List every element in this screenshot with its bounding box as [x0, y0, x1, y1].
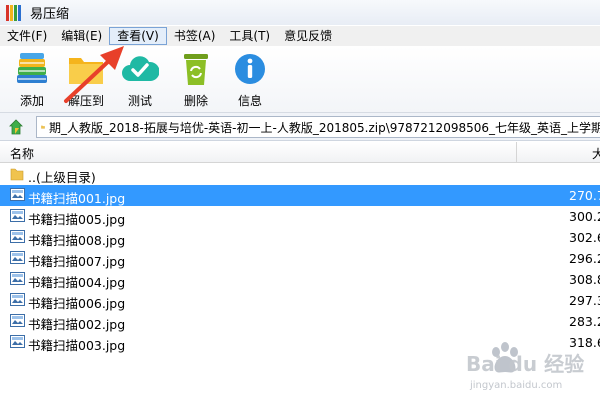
file-name: 书籍扫描008.jpg	[28, 233, 126, 248]
list-header: 名称 大	[0, 142, 600, 163]
add-button[interactable]: 添加	[4, 50, 60, 110]
file-name: 书籍扫描003.jpg	[28, 338, 126, 353]
menu-edit[interactable]: 编辑(E)	[54, 27, 109, 45]
menu-tools[interactable]: 工具(T)	[222, 27, 277, 45]
add-label: 添加	[19, 94, 44, 108]
file-row[interactable]: 书籍扫描006.jpg 297.3	[0, 290, 600, 311]
column-divider[interactable]	[516, 142, 517, 162]
image-file-icon	[10, 272, 25, 285]
info-label: 信息	[237, 94, 262, 108]
image-file-icon	[10, 188, 25, 201]
image-file-icon	[10, 209, 25, 222]
file-name: 书籍扫描006.jpg	[28, 296, 126, 311]
path-text: 期_人教版_2018-拓展与培优-英语-初一上-人教版_201805.zip\9…	[48, 120, 600, 135]
column-header-name[interactable]: 名称	[10, 145, 34, 162]
file-row[interactable]: 书籍扫描002.jpg 283.2	[0, 311, 600, 332]
file-name: 书籍扫描001.jpg	[28, 191, 126, 206]
image-file-icon	[10, 251, 25, 264]
menu-file[interactable]: 文件(F)	[0, 27, 54, 45]
extract-button[interactable]: 解压到	[58, 50, 114, 110]
file-name: 书籍扫描007.jpg	[28, 254, 126, 269]
app-logo-icon	[6, 4, 22, 21]
folder-extract-icon	[66, 50, 106, 88]
file-row[interactable]: 书籍扫描007.jpg 296.2	[0, 248, 600, 269]
info-icon	[230, 50, 270, 88]
delete-button[interactable]: 删除	[168, 50, 224, 110]
parent-directory-row[interactable]: ..(上级目录)	[0, 164, 600, 185]
test-button[interactable]: 测试	[112, 50, 168, 110]
extract-label: 解压到	[67, 94, 104, 108]
file-size: 308.8	[569, 272, 600, 287]
file-list: ..(上级目录) 书籍扫描001.jpg 270.7 书籍扫描005.jpg 3…	[0, 164, 600, 353]
path-field[interactable]: 期_人教版_2018-拓展与培优-英语-初一上-人教版_201805.zip\9…	[36, 116, 600, 138]
delete-label: 删除	[183, 94, 208, 108]
up-arrow-icon	[9, 118, 23, 134]
file-row[interactable]: 书籍扫描008.jpg 302.6	[0, 227, 600, 248]
folder-icon	[41, 125, 45, 129]
go-up-button[interactable]	[4, 116, 30, 138]
file-name: 书籍扫描002.jpg	[28, 317, 126, 332]
menu-feedback[interactable]: 意见反馈	[277, 27, 339, 45]
file-size: 296.2	[569, 251, 600, 266]
image-file-icon	[10, 293, 25, 306]
column-header-size[interactable]: 大	[592, 145, 600, 162]
cloud-check-icon	[120, 50, 160, 88]
watermark-subtext: jingyan.baidu.com	[470, 380, 563, 391]
parent-directory-label: ..(上级目录)	[28, 170, 96, 185]
file-size: 302.6	[569, 230, 600, 245]
recycle-bin-icon	[176, 50, 216, 88]
test-label: 测试	[127, 94, 152, 108]
file-row[interactable]: 书籍扫描005.jpg 300.2	[0, 206, 600, 227]
info-button[interactable]: 信息	[222, 50, 278, 110]
image-file-icon	[10, 230, 25, 243]
file-size: 318.6	[569, 335, 600, 350]
file-size: 300.2	[569, 209, 600, 224]
file-size: 283.2	[569, 314, 600, 329]
books-stack-icon	[12, 50, 52, 88]
file-size: 297.3	[569, 293, 600, 308]
file-row[interactable]: 书籍扫描003.jpg 318.6	[0, 332, 600, 353]
menu-view[interactable]: 查看(V)	[109, 27, 167, 45]
address-bar: 期_人教版_2018-拓展与培优-英语-初一上-人教版_201805.zip\9…	[0, 113, 600, 141]
image-file-icon	[10, 335, 25, 348]
window-title: 易压缩	[30, 7, 70, 22]
toolbar: 添加 解压到 测试 删除 信息	[0, 47, 600, 113]
parent-folder-icon	[10, 168, 24, 181]
title-bar: 易压缩	[0, 0, 600, 25]
file-name: 书籍扫描005.jpg	[28, 212, 126, 227]
menu-bookmarks[interactable]: 书签(A)	[167, 27, 223, 45]
file-row[interactable]: 书籍扫描004.jpg 308.8	[0, 269, 600, 290]
file-row[interactable]: 书籍扫描001.jpg 270.7	[0, 185, 600, 206]
file-size: 270.7	[569, 188, 600, 203]
image-file-icon	[10, 314, 25, 327]
file-name: 书籍扫描004.jpg	[28, 275, 126, 290]
menu-bar: 文件(F) 编辑(E) 查看(V) 书签(A) 工具(T) 意见反馈	[0, 26, 600, 46]
